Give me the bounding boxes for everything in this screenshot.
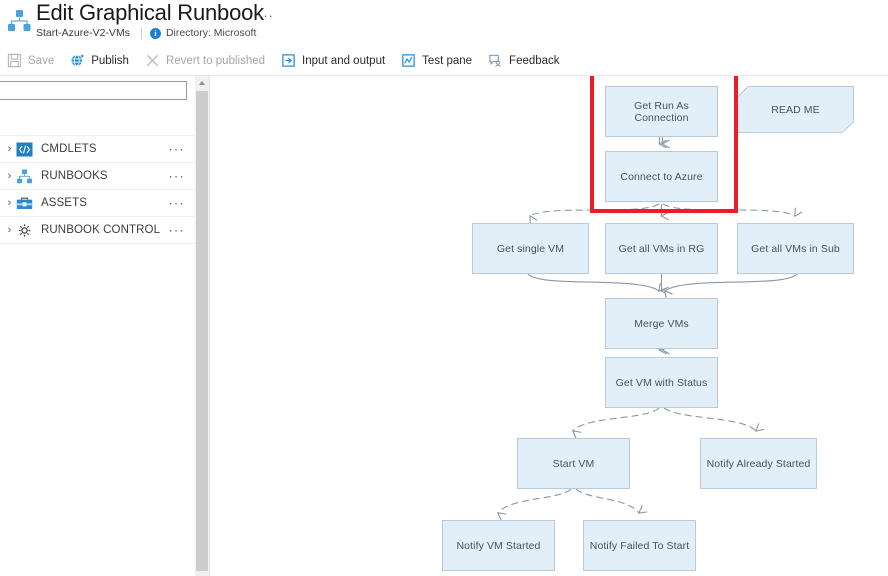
- chevron-right-icon[interactable]: ›: [3, 197, 16, 209]
- node-connect-to-azure[interactable]: Connect to Azure: [605, 151, 718, 202]
- directory-label: Directory: Microsoft: [165, 27, 257, 39]
- node-get-all-vms-in-sub[interactable]: Get all VMs in Sub: [737, 223, 854, 274]
- publish-globe-icon: [71, 54, 84, 67]
- node-merge-vms[interactable]: Merge VMs: [605, 298, 718, 349]
- close-x-icon: [146, 54, 159, 67]
- save-button[interactable]: Save: [0, 46, 63, 75]
- scrollbar-thumb[interactable]: [196, 91, 208, 571]
- node-label: Get all VMs in RG: [618, 242, 705, 255]
- node-label: Get single VM: [496, 242, 565, 255]
- subtitle-divider: [140, 27, 142, 39]
- scroll-up-arrow-icon[interactable]: [195, 76, 209, 90]
- node-label: Get all VMs in Sub: [751, 242, 840, 255]
- command-toolbar: Save Publish Revert to published Input a…: [0, 46, 888, 76]
- publish-label: Publish: [91, 54, 129, 67]
- code-brackets-icon: [16, 142, 33, 156]
- node-get-single-vm[interactable]: Get single VM: [472, 223, 589, 274]
- info-icon: i: [149, 27, 161, 39]
- sidebar-item-more-button[interactable]: ···: [168, 170, 185, 183]
- chevron-right-icon[interactable]: ›: [3, 143, 16, 155]
- node-read-me[interactable]: READ ME: [737, 86, 854, 133]
- sidebar-item-label: RUNBOOKS: [41, 170, 108, 182]
- sidebar-item-assets[interactable]: › ASSETS ···: [0, 190, 195, 217]
- node-label: Start VM: [552, 457, 595, 470]
- search-input[interactable]: [0, 81, 187, 100]
- chevron-right-icon[interactable]: ›: [3, 170, 16, 182]
- publish-button[interactable]: Publish: [63, 46, 138, 75]
- runbook-hierarchy-icon: [8, 10, 31, 31]
- sidebar-item-cmdlets[interactable]: › CMDLETS ···: [0, 135, 195, 163]
- feedback-button[interactable]: Feedback: [481, 46, 569, 75]
- toolbox-icon: [16, 197, 33, 209]
- sidebar-item-more-button[interactable]: ···: [168, 224, 185, 237]
- node-label: Notify Failed To Start: [589, 539, 690, 552]
- node-start-vm[interactable]: Start VM: [517, 438, 630, 489]
- page-subtitle: Start-Azure-V2-VMs i Directory: Microsof…: [36, 27, 256, 39]
- chevron-right-icon[interactable]: ›: [3, 224, 16, 236]
- input-output-icon: [282, 54, 295, 67]
- node-notify-vm-started[interactable]: Notify VM Started: [442, 520, 555, 571]
- test-pane-button[interactable]: Test pane: [394, 46, 481, 75]
- page-header: Edit Graphical Runbook ··· Start-Azure-V…: [0, 0, 888, 46]
- node-label: Merge VMs: [634, 317, 689, 330]
- node-notify-already-started[interactable]: Notify Already Started: [700, 438, 817, 489]
- library-tree: › CMDLETS ··· › RUNBOOKS ··· › ASSETS ··…: [0, 135, 195, 244]
- node-notify-failed-to-start[interactable]: Notify Failed To Start: [583, 520, 696, 571]
- sidebar-item-runbook-control[interactable]: › RUNBOOK CONTROL ···: [0, 217, 195, 244]
- runbook-name: Start-Azure-V2-VMs: [36, 27, 130, 39]
- revert-label: Revert to published: [165, 54, 266, 67]
- sidebar-item-more-button[interactable]: ···: [168, 197, 185, 210]
- feedback-label: Feedback: [509, 54, 560, 67]
- runbook-editor-window: Edit Graphical Runbook ··· Start-Azure-V…: [0, 0, 888, 576]
- node-label: Notify VM Started: [456, 539, 541, 552]
- runbook-canvas[interactable]: Get Run As Connection READ ME Connect to…: [210, 76, 888, 576]
- page-title: Edit Graphical Runbook: [36, 0, 264, 25]
- runbook-hierarchy-icon: [17, 169, 32, 183]
- node-label: Get VM with Status: [615, 376, 708, 389]
- node-get-vm-with-status[interactable]: Get VM with Status: [605, 357, 718, 408]
- node-get-all-vms-in-rg[interactable]: Get all VMs in RG: [605, 223, 718, 274]
- node-label: READ ME: [771, 103, 820, 116]
- input-output-label: Input and output: [302, 54, 386, 67]
- test-pane-label: Test pane: [422, 54, 473, 67]
- sidebar-item-runbooks[interactable]: › RUNBOOKS ···: [0, 163, 195, 190]
- sidebar-item-more-button[interactable]: ···: [168, 143, 185, 156]
- save-icon: [7, 53, 22, 68]
- sidebar-item-label: CMDLETS: [41, 143, 97, 155]
- title-more-ellipsis[interactable]: ···: [258, 8, 274, 23]
- library-sidebar: › CMDLETS ··· › RUNBOOKS ··· › ASSETS ··…: [0, 76, 195, 576]
- workflow-edges: [496, 137, 803, 521]
- sidebar-item-label: RUNBOOK CONTROL: [41, 224, 161, 236]
- revert-to-published-button[interactable]: Revert to published: [138, 46, 274, 75]
- feedback-icon: [489, 54, 501, 67]
- sidebar-scrollbar[interactable]: [195, 76, 210, 576]
- node-label: Connect to Azure: [620, 170, 703, 183]
- test-pane-icon: [402, 54, 415, 67]
- sidebar-item-label: ASSETS: [41, 197, 87, 209]
- input-and-output-button[interactable]: Input and output: [274, 46, 394, 75]
- node-get-run-as-connection[interactable]: Get Run As Connection: [605, 86, 718, 137]
- node-label: Get Run As Connection: [634, 99, 689, 124]
- node-label: Notify Already Started: [706, 457, 811, 470]
- save-label: Save: [28, 54, 55, 67]
- gear-icon: [18, 223, 31, 237]
